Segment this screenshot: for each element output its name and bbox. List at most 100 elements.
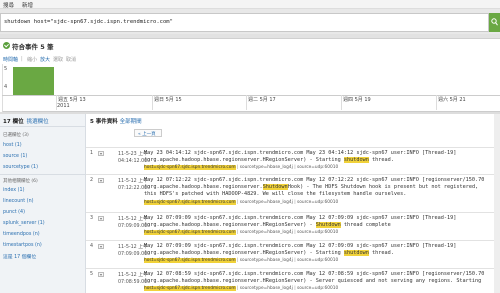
timeline-bar[interactable] <box>13 67 54 95</box>
event-line: (org.apache.hadoop.hbase.regionserver.HR… <box>144 157 394 164</box>
prev-page-button[interactable]: « 上一頁 <box>138 131 156 137</box>
event-text: May 12 07:12:22 sjdc-spn67.sjdc.ispn.tre… <box>144 177 484 199</box>
meta-sourcetype[interactable]: sourcetype=hbase_log4j <box>240 230 293 235</box>
more-fields-link[interactable]: 這是 17 個欄位 <box>3 253 36 260</box>
event-row: 4 11-5-12 上午 07:09:09.000 May 12 07:09:09… <box>86 240 500 267</box>
x-tick <box>436 95 437 110</box>
x-tick-label: 週六 5月 21 <box>438 97 466 103</box>
x-tick-label: 週二 5月 17 <box>248 97 276 103</box>
event-meta: host=sjdc-spn67.sjdc.ispn.trendmicro.com… <box>144 286 339 291</box>
meta-source[interactable]: source=udp:60010 <box>297 230 338 235</box>
event-menu-icon[interactable] <box>98 244 104 249</box>
select-button[interactable]: 選取 <box>53 56 63 63</box>
x-tick-label: 週日 5月 15 <box>154 97 182 103</box>
field-link[interactable]: splunk_server (1) <box>3 221 45 226</box>
event-row: 2 11-5-12 上午 07:12:22.000 May 12 07:12:22… <box>86 174 500 211</box>
event-count: 符合事件 5 筆 <box>12 43 54 51</box>
event-line: May 12 07:09:09 sjdc-spn67.sjdc.ispn.tre… <box>144 243 457 249</box>
scrollbar[interactable] <box>494 114 500 293</box>
events-panel: 5 事件資料 全部期間 « 上一頁 1 11-5-23 上午 04:14:12.0… <box>86 114 500 293</box>
nav-new[interactable]: 新增 <box>22 1 33 9</box>
events-header: 5 事件資料 全部期間 <box>90 117 142 125</box>
event-text: May 12 07:09:09 sjdc-spn67.sjdc.ispn.tre… <box>144 215 456 229</box>
meta-sourcetype[interactable]: sourcetype=hbase_log4j <box>240 165 293 170</box>
events-count: 5 事件資料 <box>90 119 118 125</box>
x-tick-label: 週四 5月 19 <box>343 97 371 103</box>
event-line: this HDFS's patched with HADOOP-4829. We… <box>144 191 407 198</box>
zoom-out-button[interactable]: 縮小 <box>27 56 37 63</box>
result-summary: 符合事件 5 筆 <box>0 39 500 52</box>
field-link[interactable]: index (1) <box>3 188 24 193</box>
event-row: 3 11-5-12 上午 07:09:09.000 May 12 07:09:09… <box>86 212 500 239</box>
deselect-button[interactable]: 取消 <box>66 56 76 63</box>
meta-host[interactable]: host=sjdc-spn67.sjdc.ispn.trendmicro.com <box>144 230 236 235</box>
event-menu-icon[interactable] <box>98 216 104 221</box>
x-tick-label: 週五 5月 13 <box>58 97 86 103</box>
event-text: May 23 04:14:12 sjdc-spn67.sjdc.ispn.tre… <box>144 150 456 164</box>
search-term-highlight[interactable]: shutdown <box>343 157 369 164</box>
event-number: 3 <box>90 216 94 221</box>
meta-host[interactable]: host=sjdc-spn67.sjdc.ispn.trendmicro.com <box>144 258 236 263</box>
meta-source[interactable]: source=udp:60010 <box>297 258 338 263</box>
meta-sourcetype[interactable]: sourcetype=hbase_log4j <box>240 286 293 291</box>
event-text: May 12 07:09:09 sjdc-spn67.sjdc.ispn.tre… <box>144 243 456 257</box>
timeline-toolbar: 時間軸 | 縮小 放大 選取 取消 <box>0 54 500 64</box>
search-input[interactable]: shutdown host="sjdc-spn67.sjdc.ispn.tren… <box>0 13 489 32</box>
event-row: 5 11-5-12 上午 07:08:59.000 May 12 07:08:59… <box>86 268 500 293</box>
search-bar: shutdown host="sjdc-spn67.sjdc.ispn.tren… <box>0 9 500 34</box>
event-number: 5 <box>90 272 94 277</box>
toolbar-separator: | <box>21 56 23 62</box>
search-icon <box>491 18 498 26</box>
time-range-link[interactable]: 全部期間 <box>120 119 142 125</box>
timeline-format-toggle[interactable]: 時間軸 <box>3 56 18 63</box>
nav-search[interactable]: 搜尋 <box>3 1 14 9</box>
search-query: shutdown host="sjdc-spn67.sjdc.ispn.tren… <box>4 19 173 25</box>
search-button[interactable] <box>489 13 500 32</box>
x-year-label: 2011 <box>57 103 70 109</box>
field-link[interactable]: timestartpos (n) <box>3 243 42 248</box>
field-link[interactable]: timeendpos (n) <box>3 232 40 237</box>
meta-source[interactable]: source=udp:60010 <box>297 200 338 205</box>
event-line: (org.apache.hadoop.hbase.regionserver.HR… <box>144 222 391 229</box>
meta-host[interactable]: host=sjdc-spn67.sjdc.ispn.trendmicro.com <box>144 286 236 291</box>
timeline-chart[interactable] <box>2 64 500 112</box>
meta-source[interactable]: source=udp:60010 <box>297 165 338 170</box>
event-number: 4 <box>90 244 94 249</box>
y-tick-label: 5 <box>4 66 8 72</box>
success-icon <box>3 42 10 49</box>
event-line: May 23 04:14:12 sjdc-spn67.sjdc.ispn.tre… <box>144 150 457 156</box>
search-term-highlight[interactable]: Shutdown <box>262 184 288 191</box>
meta-host[interactable]: host=sjdc-spn67.sjdc.ispn.trendmicro.com <box>144 200 236 205</box>
meta-sourcetype[interactable]: sourcetype=hbase_log4j <box>240 258 293 263</box>
field-link[interactable]: source (1) <box>3 154 27 159</box>
event-menu-icon[interactable] <box>98 272 104 277</box>
event-meta: host=sjdc-spn67.sjdc.ispn.trendmicro.com… <box>144 230 339 235</box>
event-line: May 12 07:12:22 sjdc-spn67.sjdc.ispn.tre… <box>144 177 485 183</box>
zoom-in-button[interactable]: 放大 <box>40 56 50 63</box>
search-term-highlight[interactable]: Shutdown <box>315 222 341 229</box>
y-tick-label: 4 <box>4 84 8 90</box>
event-text: May 12 07:08:59 sjdc-spn67.sjdc.ispn.tre… <box>144 271 484 285</box>
meta-sourcetype[interactable]: sourcetype=hbase_log4j <box>240 200 293 205</box>
event-line: (org.apache.hadoop.hbase.regionserver.HR… <box>144 278 482 285</box>
event-menu-icon[interactable] <box>98 151 104 156</box>
field-link[interactable]: punct (4) <box>3 210 25 215</box>
event-meta: host=sjdc-spn67.sjdc.ispn.trendmicro.com… <box>144 200 339 205</box>
event-menu-icon[interactable] <box>98 178 104 183</box>
event-meta: host=sjdc-spn67.sjdc.ispn.trendmicro.com… <box>144 165 339 170</box>
meta-source[interactable]: source=udp:60010 <box>297 286 338 291</box>
field-link[interactable]: host (1) <box>3 143 22 148</box>
meta-host[interactable]: host=sjdc-spn67.sjdc.ispn.trendmicro.com <box>144 165 236 170</box>
pick-fields-link[interactable]: 挑選欄位 <box>27 119 49 125</box>
x-tick <box>246 95 247 110</box>
x-tick <box>152 95 153 110</box>
search-term-highlight[interactable]: shutdown <box>343 250 369 257</box>
fields-sidebar: 17 欄位 挑選欄位 已選欄位 (3) host (1) source (1) s… <box>0 114 86 293</box>
event-row: 1 11-5-23 上午 04:14:12.000 May 23 04:14:12… <box>86 147 500 173</box>
interesting-fields-title: 其他相關欄位 (6) <box>3 179 38 184</box>
sidebar-divider <box>0 174 86 175</box>
event-line: (org.apache.hadoop.hbase.regionserver.HR… <box>144 250 394 257</box>
field-link[interactable]: linecount (n) <box>3 199 34 204</box>
field-link[interactable]: sourcetype (1) <box>3 165 38 170</box>
event-line: (org.apache.hadoop.hbase.regionserver.Sh… <box>144 184 479 191</box>
